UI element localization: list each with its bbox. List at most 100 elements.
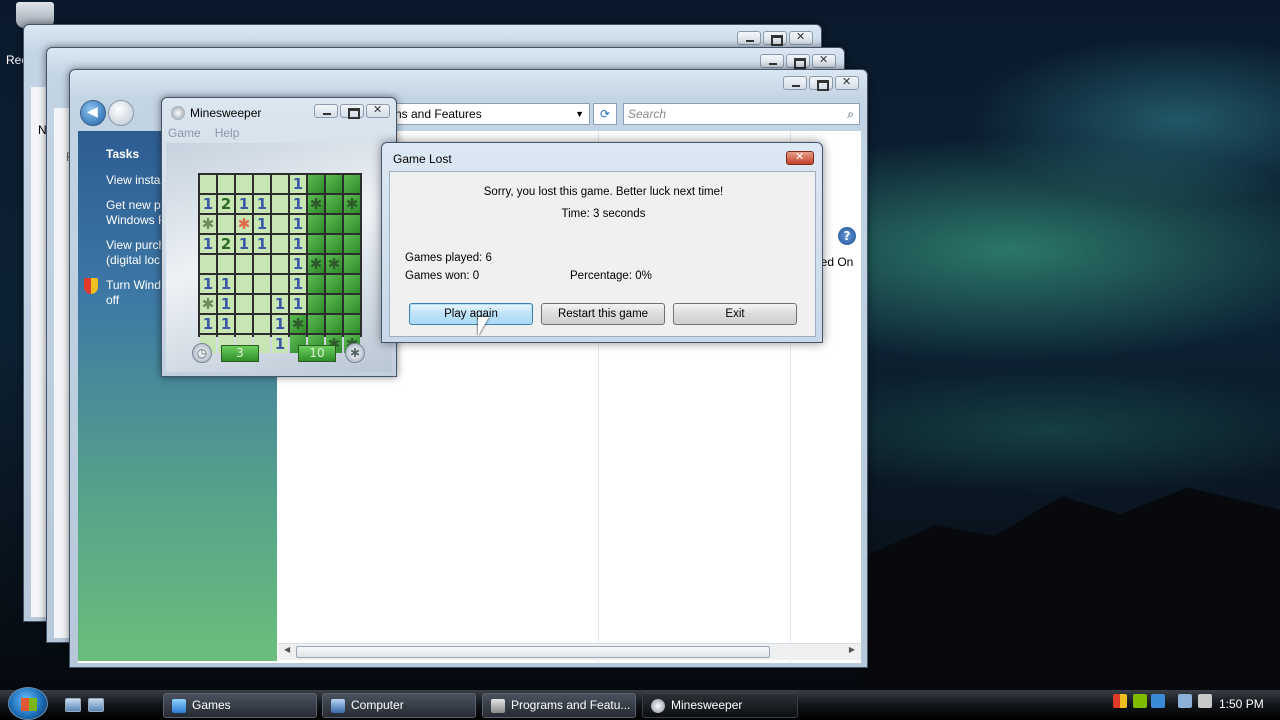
mine-cell[interactable]: 1 (236, 235, 252, 253)
mine-cell[interactable] (308, 235, 324, 253)
maximize-button[interactable] (340, 104, 364, 119)
menu-help[interactable]: Help (215, 126, 240, 140)
mine-cell[interactable] (344, 235, 360, 253)
mine-cell[interactable]: ✱ (344, 195, 360, 213)
mine-cell[interactable]: ✱ (308, 255, 324, 273)
minimize-button[interactable] (783, 76, 807, 90)
mine-cell[interactable]: 1 (200, 315, 216, 333)
mine-cell[interactable] (254, 255, 270, 273)
close-button[interactable] (786, 150, 814, 165)
mine-cell[interactable] (326, 295, 342, 313)
mine-cell[interactable] (272, 275, 288, 293)
mine-cell[interactable]: 1 (290, 175, 306, 193)
mine-cell[interactable] (272, 235, 288, 253)
window-minesweeper[interactable]: Minesweeper GameHelp 112111✱✱✱✱11121111✱… (161, 97, 397, 377)
mine-cell[interactable] (272, 175, 288, 193)
mine-cell[interactable] (326, 235, 342, 253)
task-turn-windows-features[interactable]: Turn Wind off (106, 278, 161, 308)
mine-cell[interactable]: 2 (218, 235, 234, 253)
mine-cell[interactable]: 1 (290, 195, 306, 213)
mine-cell[interactable]: 1 (272, 335, 288, 353)
mine-cell[interactable] (254, 315, 270, 333)
clock[interactable]: 1:50 PM (1219, 697, 1264, 711)
mine-cell[interactable]: 1 (272, 315, 288, 333)
mine-cell[interactable] (218, 215, 234, 233)
minimize-button[interactable] (760, 54, 784, 68)
mine-cell[interactable] (308, 275, 324, 293)
mine-cell[interactable] (254, 295, 270, 313)
mine-cell[interactable]: 1 (254, 195, 270, 213)
address-bar[interactable]: ns and Features ▼ (390, 103, 590, 125)
close-button[interactable] (789, 30, 813, 45)
scrollbar-thumb[interactable] (296, 646, 770, 658)
mine-cell[interactable]: 2 (218, 195, 234, 213)
mine-cell[interactable] (308, 315, 324, 333)
mine-cell[interactable]: 1 (272, 295, 288, 313)
mine-cell[interactable] (326, 215, 342, 233)
tray-icon[interactable] (1133, 694, 1147, 708)
mine-cell[interactable] (344, 255, 360, 273)
close-button[interactable] (812, 53, 836, 68)
mine-cell[interactable]: 1 (200, 235, 216, 253)
mine-cell[interactable] (308, 215, 324, 233)
mine-cell[interactable]: 1 (200, 275, 216, 293)
mine-cell[interactable] (326, 175, 342, 193)
mine-cell[interactable]: ✱ (308, 195, 324, 213)
menu-game[interactable]: Game (168, 126, 201, 140)
forward-button[interactable] (108, 100, 134, 126)
switch-windows-icon[interactable] (88, 698, 104, 712)
maximize-button[interactable] (786, 54, 810, 69)
mine-cell[interactable]: 1 (290, 235, 306, 253)
search-input[interactable]: Search ⌕ (623, 103, 860, 125)
start-button[interactable] (8, 687, 48, 720)
task-view-installed-updates[interactable]: View insta (106, 173, 160, 188)
mine-cell[interactable]: 1 (218, 315, 234, 333)
mine-cell[interactable] (272, 195, 288, 213)
mine-cell[interactable] (236, 255, 252, 273)
minimize-button[interactable] (314, 104, 338, 118)
game-lost-dialog[interactable]: Game Lost Sorry, you lost this game. Bet… (381, 142, 823, 343)
mine-cell[interactable] (236, 295, 252, 313)
column-header-installed-on[interactable]: led On (818, 255, 853, 269)
mine-cell[interactable]: 1 (290, 295, 306, 313)
minefield[interactable]: 112111✱✱✱✱11121111✱✱111✱111111✱1✱✱ (198, 173, 362, 353)
scroll-left-icon[interactable]: ◀ (284, 645, 290, 654)
exit-button[interactable]: Exit (673, 303, 797, 325)
mine-cell[interactable] (236, 315, 252, 333)
horizontal-scrollbar[interactable]: ◀ ▶ (278, 643, 861, 660)
mine-cell[interactable] (344, 215, 360, 233)
mine-cell[interactable] (344, 175, 360, 193)
mine-cell[interactable] (326, 315, 342, 333)
tray-icon[interactable] (1151, 694, 1165, 708)
mine-cell[interactable] (344, 295, 360, 313)
taskbar-item-games[interactable]: Games (163, 693, 317, 718)
mine-cell[interactable]: 1 (290, 275, 306, 293)
mine-cell[interactable] (326, 275, 342, 293)
restart-game-button[interactable]: Restart this game (541, 303, 665, 325)
close-button[interactable] (366, 103, 390, 118)
mine-cell[interactable] (200, 255, 216, 273)
mine-cell[interactable]: 1 (290, 215, 306, 233)
show-desktop-icon[interactable] (65, 698, 81, 712)
mine-cell[interactable]: 1 (254, 215, 270, 233)
mine-cell[interactable] (218, 255, 234, 273)
taskbar-item-computer[interactable]: Computer (322, 693, 476, 718)
mine-cell[interactable]: 1 (218, 275, 234, 293)
play-again-button[interactable]: Play again (409, 303, 533, 325)
mine-cell[interactable] (344, 275, 360, 293)
mine-cell[interactable]: ✱ (236, 215, 252, 233)
mine-cell[interactable] (272, 255, 288, 273)
mine-cell[interactable] (236, 275, 252, 293)
mine-cell[interactable]: 1 (200, 195, 216, 213)
mine-cell[interactable] (200, 175, 216, 193)
search-icon[interactable]: ⌕ (847, 104, 854, 124)
mine-cell[interactable] (326, 195, 342, 213)
task-view-purchased-software[interactable]: View purch (digital loc (106, 238, 165, 268)
volume-muted-icon[interactable] (1198, 694, 1212, 708)
mine-cell[interactable] (308, 295, 324, 313)
mine-cell[interactable] (218, 175, 234, 193)
mine-cell[interactable]: ✱ (200, 215, 216, 233)
mine-cell[interactable] (236, 175, 252, 193)
mine-cell[interactable]: 1 (218, 295, 234, 313)
mine-cell[interactable] (344, 315, 360, 333)
